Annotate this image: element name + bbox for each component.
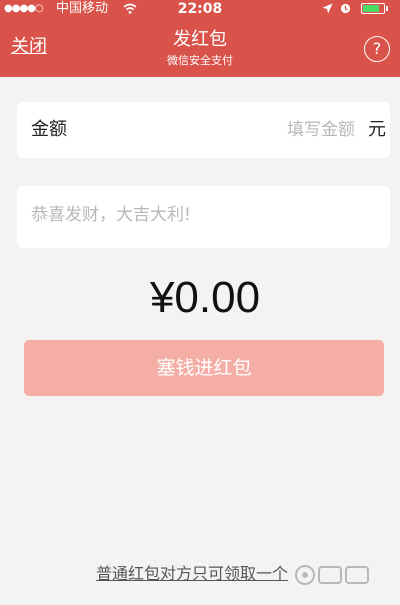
put-money-button[interactable]: 塞钱进红包	[24, 340, 384, 396]
amount-label: 金额	[31, 119, 67, 140]
currency-unit-label: 元	[368, 119, 386, 140]
battery-tip	[386, 6, 388, 11]
help-button[interactable]: ?	[364, 36, 390, 62]
greeting-message-input[interactable]	[31, 200, 371, 230]
page-title: 发红包	[173, 29, 227, 50]
battery-icon	[361, 3, 385, 14]
header-bar: ●●●●○ 中国移动 22:08 关闭 发红包 微信安全支付 ?	[0, 0, 400, 77]
page-subtitle: 微信安全支付	[167, 54, 233, 67]
help-icon: ?	[372, 39, 382, 58]
message-card	[17, 186, 390, 248]
location-icon	[322, 3, 333, 14]
amount-card: 金额 元	[17, 102, 390, 158]
status-bar: ●●●●○ 中国移动 22:08	[0, 0, 400, 18]
total-amount: ¥0.00	[149, 273, 261, 322]
watermark-logo	[295, 565, 369, 585]
red-packet-rule-link[interactable]: 普通红包对方只可领取一个	[96, 563, 288, 585]
alarm-icon	[340, 3, 351, 14]
battery-level	[363, 5, 379, 12]
amount-input[interactable]	[167, 116, 355, 144]
